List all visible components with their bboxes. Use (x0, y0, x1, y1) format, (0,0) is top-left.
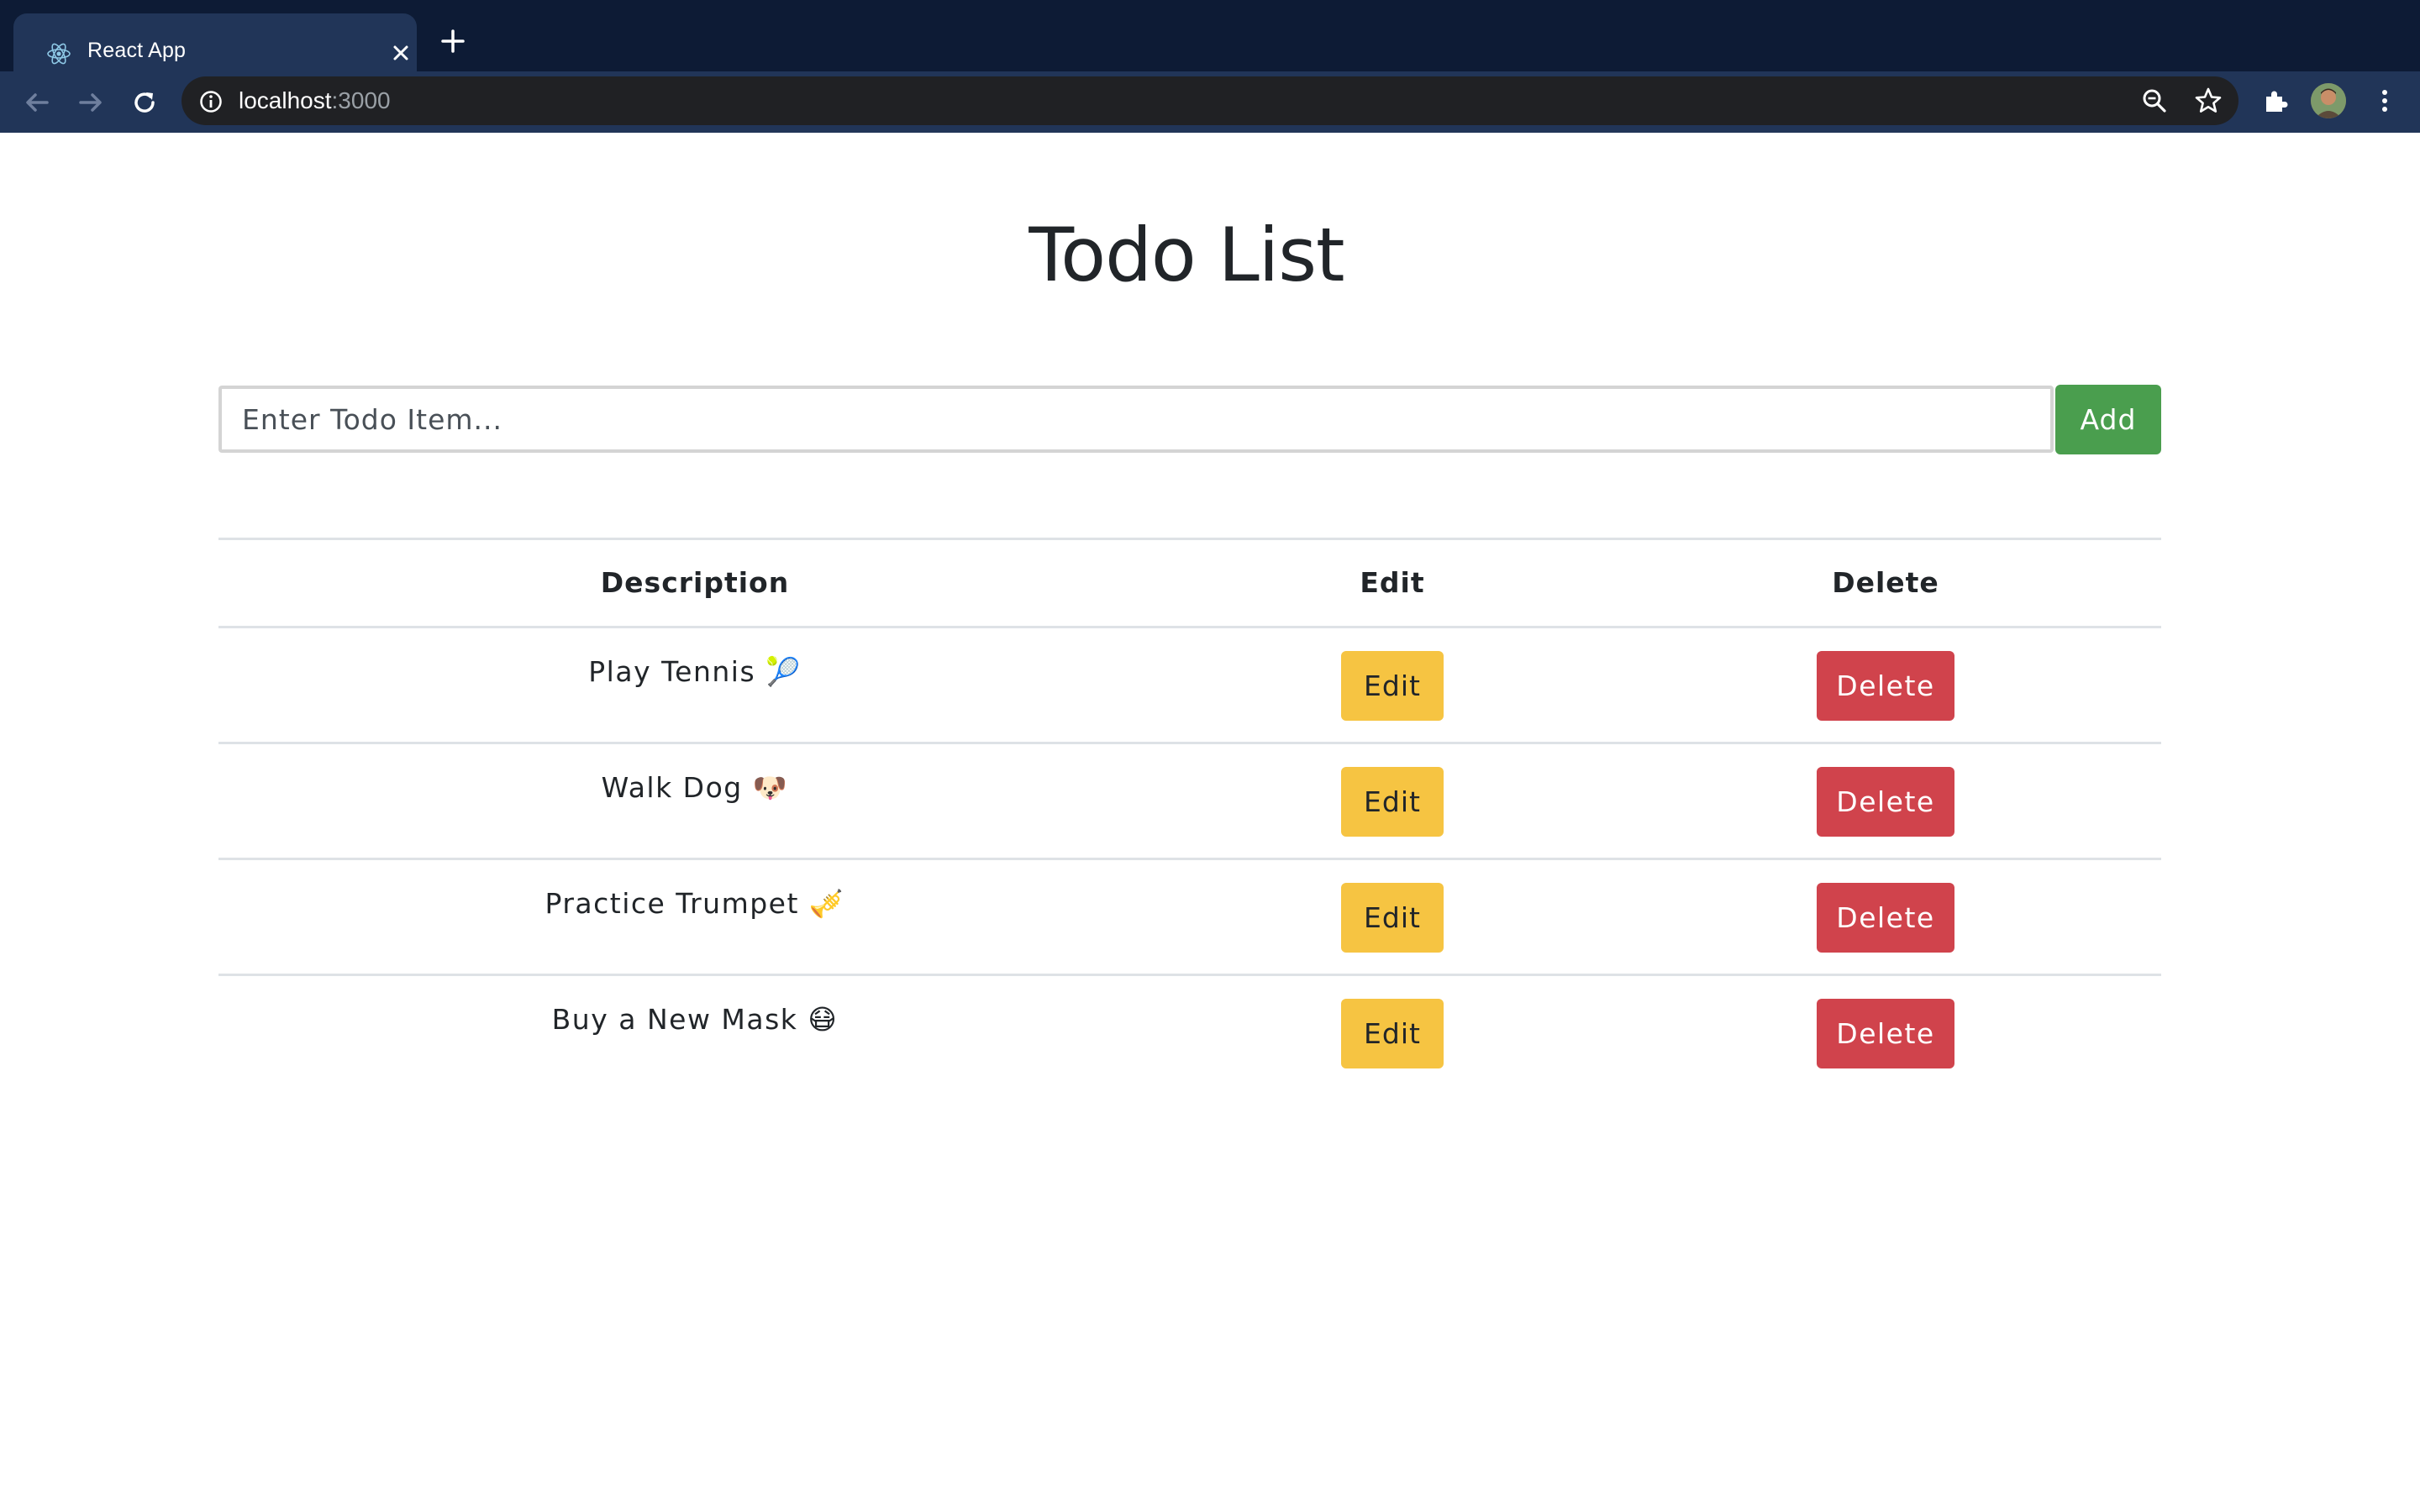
plus-icon[interactable] (439, 27, 467, 55)
star-icon[interactable] (2193, 86, 2223, 116)
todo-description: Buy a New Mask 😷 (551, 1003, 839, 1036)
address-url[interactable]: localhost:3000 (239, 87, 391, 114)
header-delete: Delete (1832, 566, 1939, 599)
back-arrow-icon[interactable] (20, 86, 54, 119)
avatar[interactable] (2311, 83, 2346, 118)
tab-title: React App (87, 39, 187, 62)
forward-arrow-icon[interactable] (74, 86, 108, 119)
todo-input[interactable] (218, 386, 2054, 453)
edit-button[interactable]: Edit (1341, 767, 1444, 837)
edit-button[interactable]: Edit (1341, 999, 1444, 1068)
table-top-border (218, 538, 2161, 540)
extensions-icon[interactable] (2260, 86, 2291, 116)
avatar-image (2311, 83, 2346, 118)
delete-button[interactable]: Delete (1817, 999, 1954, 1068)
add-button[interactable]: Add (2055, 385, 2161, 454)
delete-button[interactable]: Delete (1817, 767, 1954, 837)
edit-button[interactable]: Edit (1341, 883, 1444, 953)
row-divider (218, 742, 2161, 744)
reload-icon[interactable] (128, 86, 161, 119)
todo-description: Walk Dog 🐶 (601, 771, 789, 804)
info-icon[interactable] (198, 89, 224, 114)
page-title: Todo List (1028, 212, 1344, 298)
row-divider (218, 974, 2161, 976)
delete-button[interactable]: Delete (1817, 883, 1954, 953)
header-edit: Edit (1360, 566, 1425, 599)
todo-description: Play Tennis 🎾 (588, 655, 802, 688)
edit-button[interactable]: Edit (1341, 651, 1444, 721)
address-bar[interactable] (182, 76, 2238, 125)
url-port: :3000 (331, 87, 391, 113)
row-divider (218, 858, 2161, 860)
browser-tab[interactable]: React App (13, 13, 417, 71)
table-header-border (218, 626, 2161, 628)
delete-button[interactable]: Delete (1817, 651, 1954, 721)
todo-description: Practice Trumpet 🎺 (544, 887, 845, 920)
header-description: Description (600, 566, 790, 599)
browser-tabstrip: React App (0, 0, 2420, 71)
close-icon[interactable] (388, 40, 413, 66)
zoom-icon[interactable] (2139, 86, 2170, 116)
menu-dots-icon[interactable] (2370, 86, 2400, 116)
url-host: localhost (239, 87, 332, 113)
react-favicon (47, 43, 71, 65)
